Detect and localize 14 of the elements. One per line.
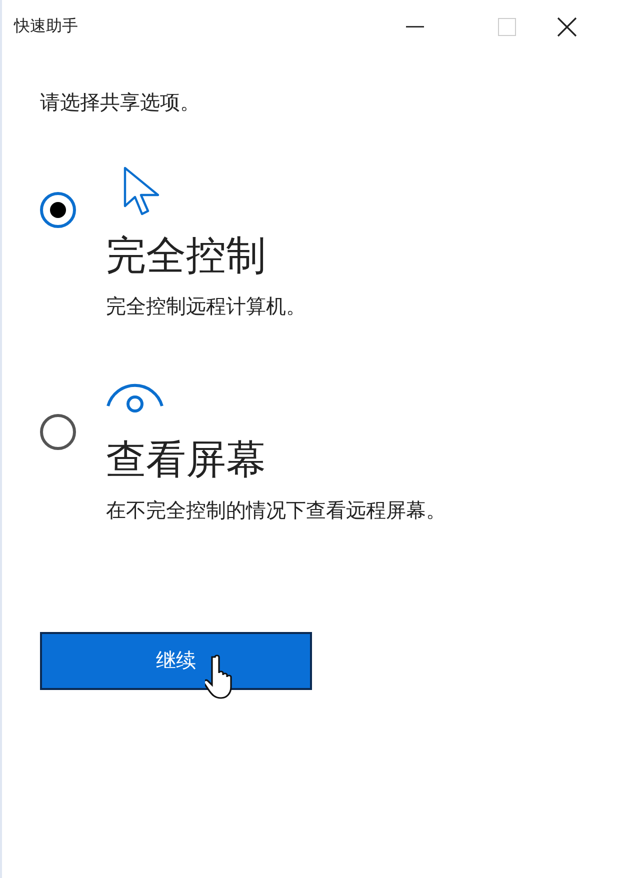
radio-button[interactable] bbox=[40, 414, 76, 450]
prompt-text: 请选择共享选项。 bbox=[40, 92, 200, 114]
option-title: 完全控制 bbox=[106, 233, 266, 280]
pointer-icon bbox=[122, 166, 162, 216]
eye-icon bbox=[106, 382, 164, 414]
option-title: 查看屏幕 bbox=[106, 437, 266, 484]
radio-button[interactable] bbox=[40, 192, 76, 228]
continue-button[interactable]: 继续 bbox=[40, 632, 312, 690]
maximize-icon bbox=[498, 18, 516, 36]
option-description: 完全控制远程计算机。 bbox=[106, 295, 306, 320]
option-description: 在不完全控制的情况下查看远程屏幕。 bbox=[106, 499, 446, 524]
close-icon bbox=[557, 17, 577, 37]
window-title: 快速助手 bbox=[14, 16, 78, 37]
minimize-icon bbox=[406, 26, 424, 28]
